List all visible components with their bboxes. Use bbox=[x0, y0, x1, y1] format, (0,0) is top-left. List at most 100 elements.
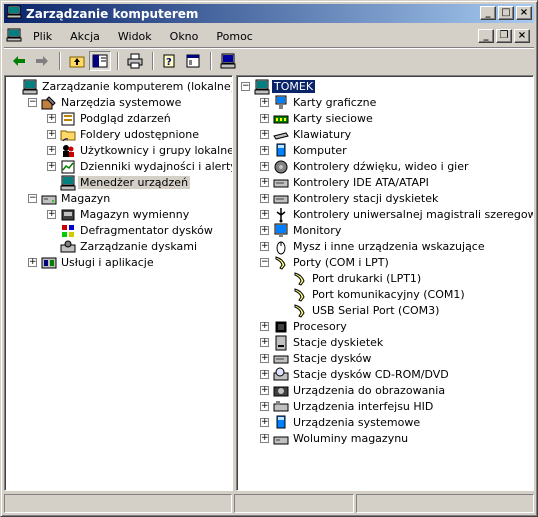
expand-toggle[interactable]: + bbox=[260, 242, 269, 251]
console-tree-node[interactable]: + Podgląd zdarzeń bbox=[5, 111, 232, 127]
device-tree-label[interactable]: Stacje dysków bbox=[291, 352, 373, 365]
device-tree-label[interactable]: Procesory bbox=[291, 320, 349, 333]
console-tree-node[interactable]: Defragmentator dysków bbox=[5, 223, 232, 239]
console-tree-label[interactable]: Dzienniki wydajności i alerty bbox=[78, 160, 232, 173]
console-tree-label[interactable]: Foldery udostępnione bbox=[78, 128, 201, 141]
close-button[interactable]: × bbox=[516, 6, 532, 20]
expand-toggle[interactable]: + bbox=[260, 194, 269, 203]
collapse-toggle[interactable]: − bbox=[241, 82, 250, 91]
expand-toggle[interactable]: + bbox=[260, 162, 269, 171]
back-button[interactable] bbox=[8, 51, 30, 71]
expand-toggle[interactable]: + bbox=[260, 146, 269, 155]
device-tree-label[interactable]: Urządzenia interfejsu HID bbox=[291, 400, 435, 413]
expand-toggle[interactable]: + bbox=[47, 130, 56, 139]
device-tree-label[interactable]: Port drukarki (LPT1) bbox=[310, 272, 423, 285]
expand-toggle[interactable]: + bbox=[260, 322, 269, 331]
device-tree-label[interactable]: Komputer bbox=[291, 144, 349, 157]
mmc-icon[interactable] bbox=[6, 27, 22, 46]
show-hide-tree-button[interactable] bbox=[89, 51, 111, 71]
console-tree-label[interactable]: Defragmentator dysków bbox=[78, 224, 215, 237]
collapse-toggle[interactable]: − bbox=[260, 258, 269, 267]
collapse-toggle[interactable]: − bbox=[28, 194, 37, 203]
console-tree-label[interactable]: Usługi i aplikacje bbox=[59, 256, 156, 269]
device-manager-button[interactable] bbox=[217, 51, 239, 71]
menu-widok[interactable]: Widok bbox=[109, 30, 161, 43]
device-tree-node[interactable]: − Porty (COM i LPT) bbox=[237, 255, 533, 271]
expand-toggle[interactable]: + bbox=[47, 114, 56, 123]
expand-toggle[interactable]: + bbox=[260, 98, 269, 107]
console-tree-node[interactable]: − Narzędzia systemowe bbox=[5, 95, 232, 111]
maximize-button[interactable]: □ bbox=[498, 6, 514, 20]
console-tree-node[interactable]: + Magazyn wymienny bbox=[5, 207, 232, 223]
device-tree-node[interactable]: + Urządzenia do obrazowania bbox=[237, 383, 533, 399]
device-tree-node[interactable]: + Stacje dyskietek bbox=[237, 335, 533, 351]
child-minimize-button[interactable]: _ bbox=[478, 29, 494, 43]
expand-toggle[interactable]: + bbox=[260, 226, 269, 235]
console-tree-label[interactable]: Menedżer urządzeń bbox=[78, 176, 191, 189]
device-tree-node[interactable]: + Procesory bbox=[237, 319, 533, 335]
device-tree-node[interactable]: + Woluminy magazynu bbox=[237, 431, 533, 447]
device-tree-node[interactable]: + Kontrolery uniwersalnej magistrali szer… bbox=[237, 207, 533, 223]
device-tree-node[interactable]: Port drukarki (LPT1) bbox=[237, 271, 533, 287]
expand-toggle[interactable]: + bbox=[260, 386, 269, 395]
forward-button[interactable] bbox=[31, 51, 53, 71]
device-tree-node[interactable]: + Kontrolery dźwięku, wideo i gier bbox=[237, 159, 533, 175]
device-tree-node[interactable]: + Kontrolery stacji dyskietek bbox=[237, 191, 533, 207]
device-tree-label[interactable]: Kontrolery stacji dyskietek bbox=[291, 192, 440, 205]
expand-toggle[interactable]: + bbox=[47, 146, 56, 155]
device-tree-node[interactable]: + Karty sieciowe bbox=[237, 111, 533, 127]
console-tree-node[interactable]: + Dzienniki wydajności i alerty bbox=[5, 159, 232, 175]
console-tree-node[interactable]: Menedżer urządzeń bbox=[5, 175, 232, 191]
device-tree-label[interactable]: TOMEK bbox=[272, 80, 316, 93]
console-tree-node[interactable]: Zarządzanie komputerem (lokalne) bbox=[5, 79, 232, 95]
console-tree-node[interactable]: + Usługi i aplikacje bbox=[5, 255, 232, 271]
expand-toggle[interactable]: + bbox=[260, 370, 269, 379]
device-tree-node[interactable]: + Urządzenia interfejsu HID bbox=[237, 399, 533, 415]
device-tree-label[interactable]: Port komunikacyjny (COM1) bbox=[310, 288, 467, 301]
console-tree-node[interactable]: + Użytkownicy i grupy lokalne bbox=[5, 143, 232, 159]
console-tree-label[interactable]: Zarządzanie dyskami bbox=[78, 240, 199, 253]
console-tree-node[interactable]: + Foldery udostępnione bbox=[5, 127, 232, 143]
device-tree-node[interactable]: + Stacje dysków CD-ROM/DVD bbox=[237, 367, 533, 383]
console-tree-pane[interactable]: Zarządzanie komputerem (lokalne) − Narzędz… bbox=[4, 75, 233, 491]
device-tree-node[interactable]: + Klawiatury bbox=[237, 127, 533, 143]
console-tree-label[interactable]: Narzędzia systemowe bbox=[59, 96, 183, 109]
menu-plik[interactable]: Plik bbox=[24, 30, 61, 43]
child-restore-button[interactable]: ❐ bbox=[496, 29, 512, 43]
menu-pomoc[interactable]: Pomoc bbox=[207, 30, 261, 43]
device-tree-label[interactable]: Mysz i inne urządzenia wskazujące bbox=[291, 240, 487, 253]
print-button[interactable] bbox=[124, 51, 146, 71]
expand-toggle[interactable]: + bbox=[28, 258, 37, 267]
device-tree-node[interactable]: USB Serial Port (COM3) bbox=[237, 303, 533, 319]
device-tree-node[interactable]: Port komunikacyjny (COM1) bbox=[237, 287, 533, 303]
device-tree-node[interactable]: + Monitory bbox=[237, 223, 533, 239]
device-tree-pane[interactable]: − TOMEK + Karty graficzne + Karty sieciowe + Kl… bbox=[236, 75, 534, 491]
device-tree-label[interactable]: Klawiatury bbox=[291, 128, 353, 141]
device-tree-node[interactable]: + Komputer bbox=[237, 143, 533, 159]
device-tree-node[interactable]: + Mysz i inne urządzenia wskazujące bbox=[237, 239, 533, 255]
expand-toggle[interactable]: + bbox=[260, 354, 269, 363]
expand-toggle[interactable]: + bbox=[260, 178, 269, 187]
console-tree-label[interactable]: Zarządzanie komputerem (lokalne) bbox=[40, 80, 232, 93]
device-tree-label[interactable]: Urządzenia systemowe bbox=[291, 416, 422, 429]
device-tree-node[interactable]: + Urządzenia systemowe bbox=[237, 415, 533, 431]
menu-akcja[interactable]: Akcja bbox=[61, 30, 109, 43]
expand-toggle[interactable]: + bbox=[47, 210, 56, 219]
device-tree-label[interactable]: Monitory bbox=[291, 224, 343, 237]
expand-toggle[interactable]: + bbox=[260, 418, 269, 427]
expand-toggle[interactable]: + bbox=[260, 338, 269, 347]
console-tree-label[interactable]: Użytkownicy i grupy lokalne bbox=[78, 144, 232, 157]
console-tree-node[interactable]: − Magazyn bbox=[5, 191, 232, 207]
up-button[interactable] bbox=[66, 51, 88, 71]
device-tree-node[interactable]: + Stacje dysków bbox=[237, 351, 533, 367]
collapse-toggle[interactable]: − bbox=[28, 98, 37, 107]
device-tree-node[interactable]: + Kontrolery IDE ATA/ATAPI bbox=[237, 175, 533, 191]
expand-toggle[interactable]: + bbox=[260, 130, 269, 139]
device-tree-label[interactable]: Stacje dyskietek bbox=[291, 336, 385, 349]
console-tree-label[interactable]: Magazyn wymienny bbox=[78, 208, 191, 221]
device-tree-label[interactable]: Kontrolery uniwersalnej magistrali szere… bbox=[291, 208, 533, 221]
minimize-button[interactable]: _ bbox=[480, 6, 496, 20]
device-tree-label[interactable]: USB Serial Port (COM3) bbox=[310, 304, 441, 317]
device-tree-label[interactable]: Urządzenia do obrazowania bbox=[291, 384, 447, 397]
device-tree-label[interactable]: Kontrolery dźwięku, wideo i gier bbox=[291, 160, 471, 173]
